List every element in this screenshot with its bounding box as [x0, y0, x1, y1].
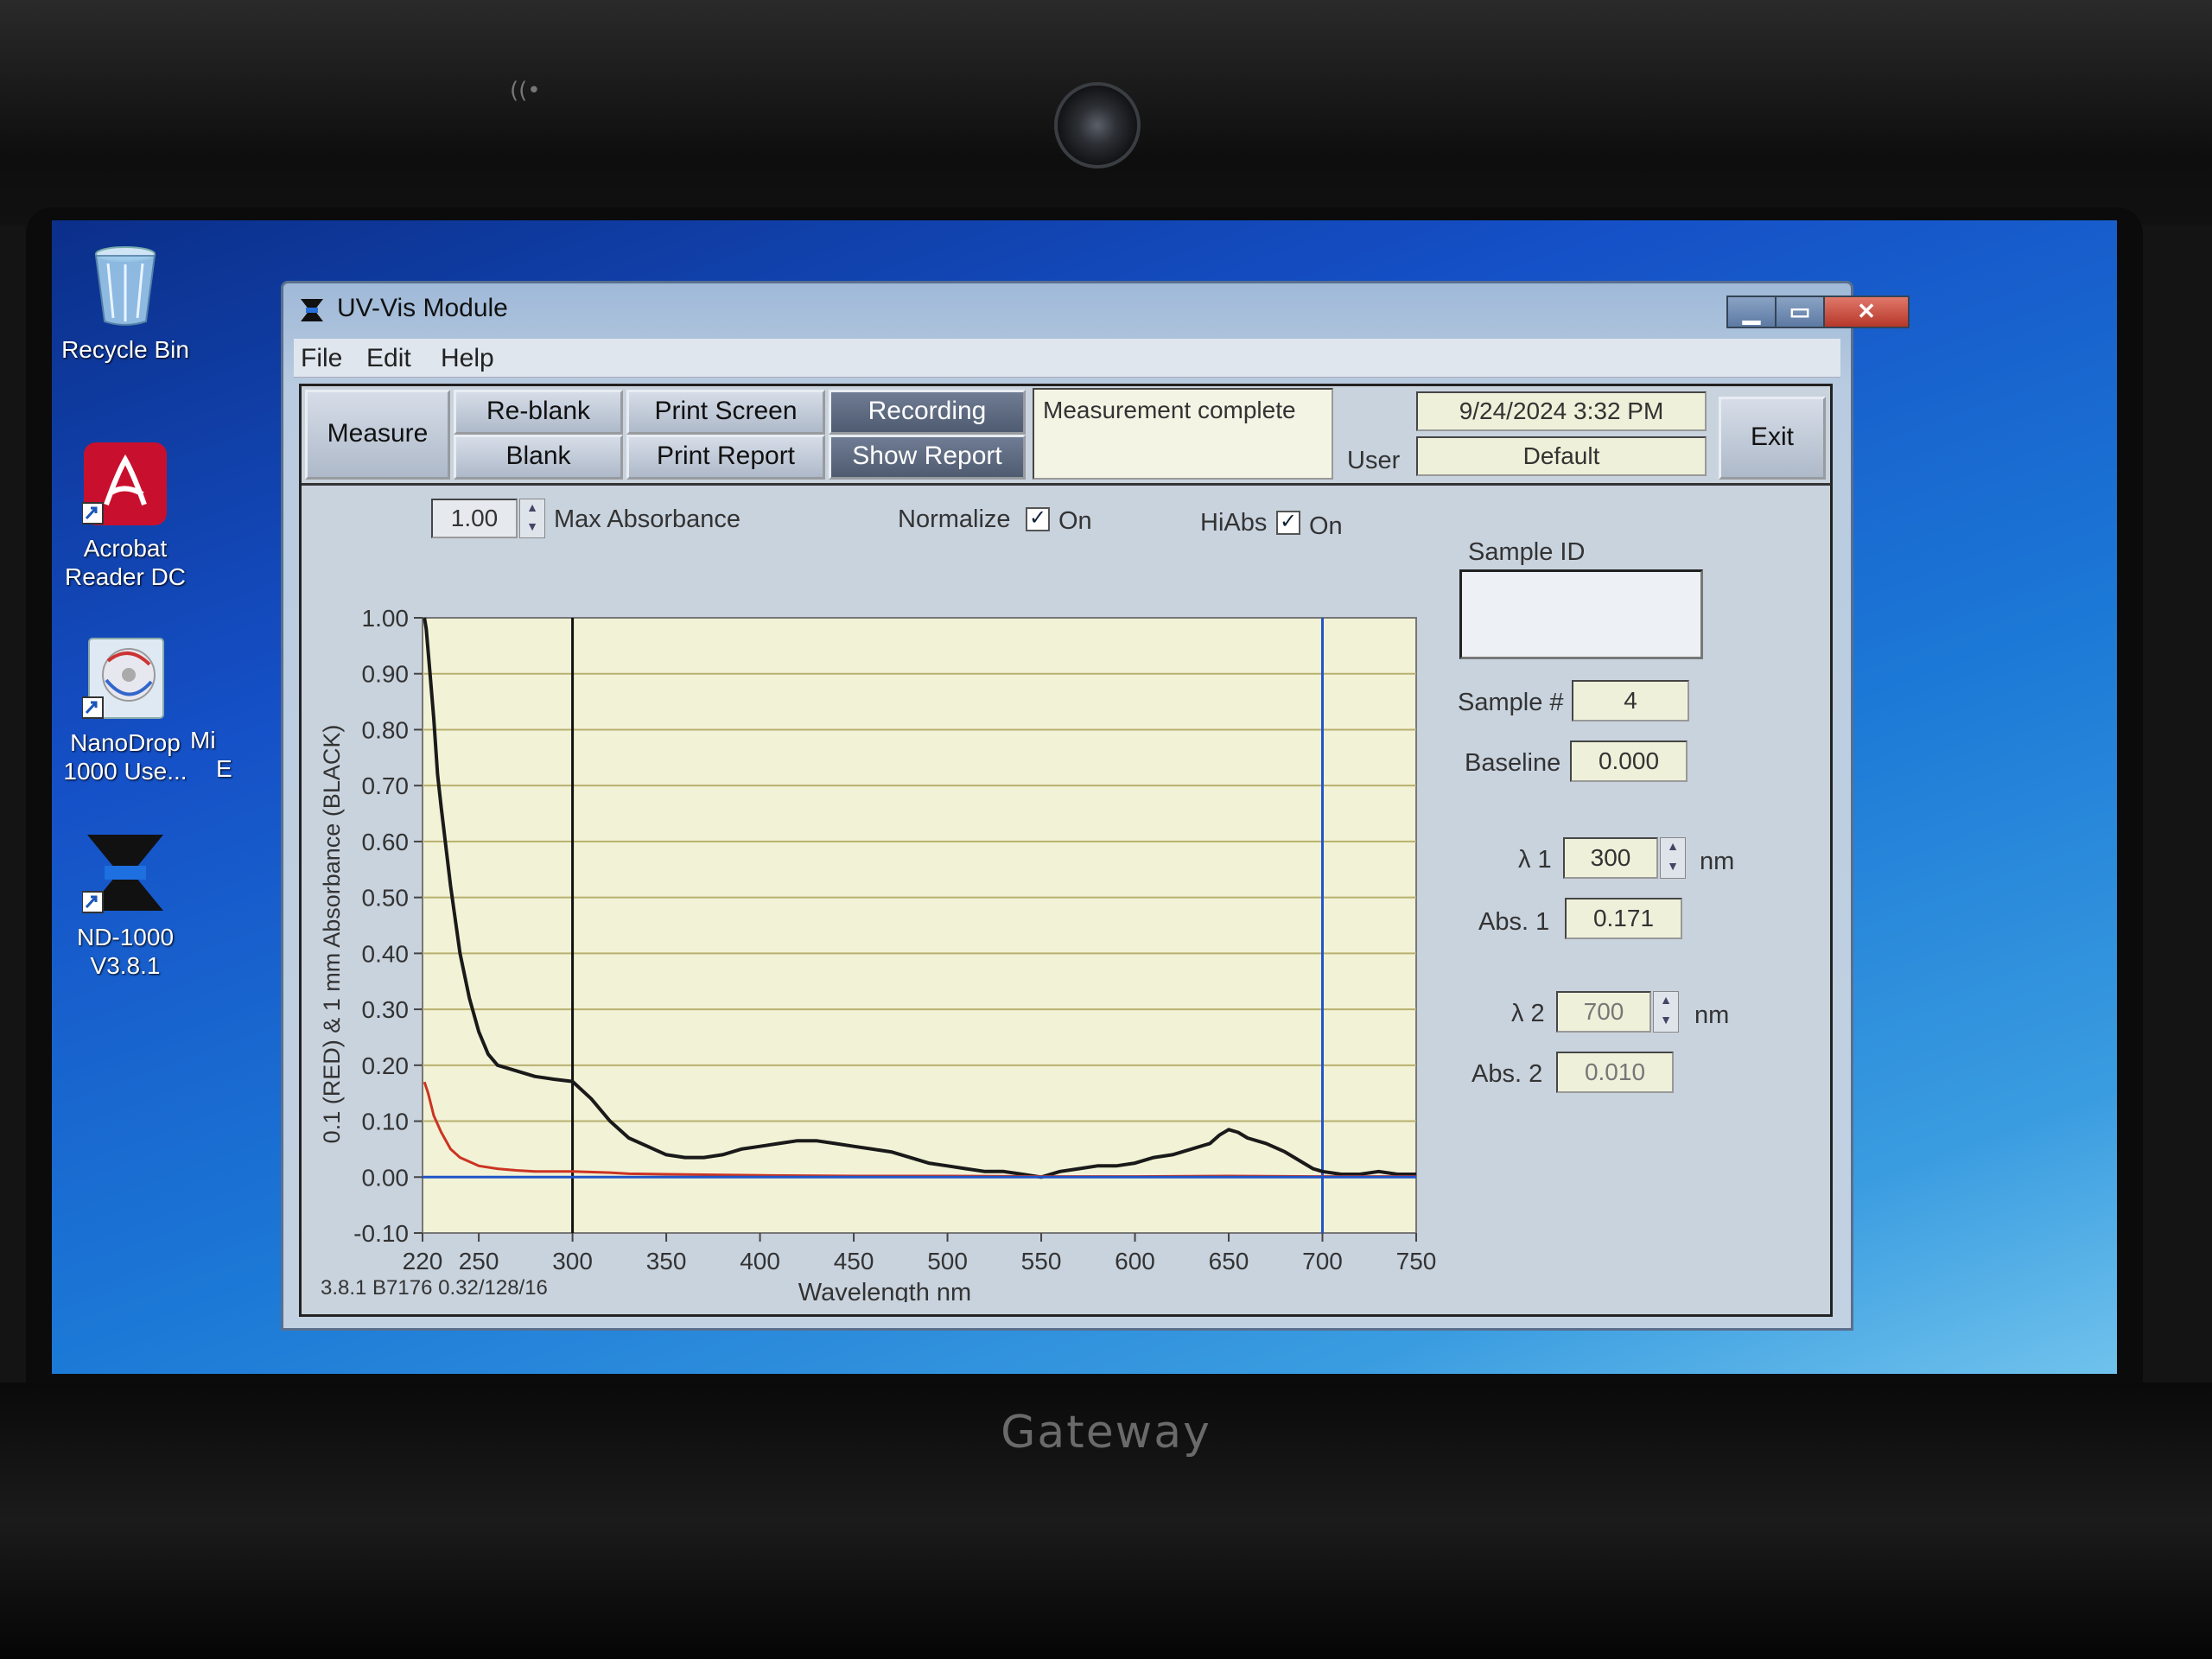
- webcam: [1054, 82, 1141, 168]
- x-tick-label: 300: [552, 1248, 593, 1274]
- abs2-field: 0.010: [1556, 1052, 1674, 1093]
- x-tick-label: 500: [927, 1248, 968, 1274]
- stepper-down-icon[interactable]: ▼: [1654, 1012, 1678, 1032]
- user-field[interactable]: Default: [1416, 436, 1707, 476]
- x-tick-label: 250: [459, 1248, 499, 1274]
- menu-bar: File Edit Help: [294, 339, 1840, 378]
- client-area: Measure Re-blank Blank Print Screen Prin…: [299, 384, 1833, 1317]
- sample-number-field: 4: [1572, 680, 1689, 721]
- baseline-field: 0.000: [1570, 741, 1688, 782]
- menu-edit[interactable]: Edit: [366, 344, 411, 373]
- desktop-icon-recycle-bin[interactable]: Recycle Bin: [52, 242, 199, 364]
- desktop-icon-label: V3.8.1: [90, 952, 161, 979]
- y-tick-label: 0.90: [362, 661, 410, 688]
- maximize-icon: ▭: [1789, 298, 1811, 324]
- desktop-icon-label: ND-1000: [76, 924, 175, 950]
- minimize-icon: ▁: [1743, 298, 1760, 324]
- x-tick-label: 700: [1302, 1248, 1343, 1274]
- lambda1-label: λ 1: [1518, 846, 1552, 874]
- acrobat-reader-icon: [81, 441, 168, 527]
- lambda1-input[interactable]: 300: [1563, 837, 1658, 879]
- x-tick-label: 750: [1396, 1248, 1437, 1274]
- minimize-button[interactable]: ▁: [1726, 296, 1777, 328]
- y-tick-label: -0.10: [353, 1220, 409, 1247]
- x-tick-label: 220: [403, 1248, 443, 1274]
- maximize-button[interactable]: ▭: [1775, 296, 1825, 328]
- menu-help[interactable]: Help: [441, 344, 494, 373]
- abs2-label: Abs. 2: [1471, 1060, 1543, 1088]
- laptop-base: Gateway: [0, 1382, 2212, 1659]
- nanodrop-manual-icon: [81, 635, 168, 721]
- desktop-icon-label: Recycle Bin: [61, 336, 189, 363]
- stepper-down-icon[interactable]: ▼: [1661, 858, 1685, 878]
- x-tick-label: 350: [646, 1248, 687, 1274]
- abs1-field: 0.171: [1565, 898, 1682, 939]
- desktop-icon-acrobat[interactable]: Acrobat Reader DC: [52, 441, 199, 591]
- desktop-icon-label: Mi: [190, 727, 216, 753]
- x-axis-label: Wavelength nm: [798, 1279, 971, 1302]
- lambda2-input[interactable]: 700: [1556, 991, 1651, 1033]
- lambda1-stepper[interactable]: ▲ ▼: [1660, 837, 1686, 879]
- desktop-icon-label: NanoDrop: [70, 729, 181, 756]
- x-tick-label: 550: [1021, 1248, 1062, 1274]
- version-label: 3.8.1 B7176 0.32/128/16: [321, 1276, 548, 1300]
- nd1000-icon: [81, 830, 168, 916]
- desktop-screen: Recycle Bin Acrobat Reader DC NanoDrop 1…: [52, 220, 2117, 1374]
- desktop-icon-partial[interactable]: Mi E: [190, 726, 242, 783]
- y-tick-label: 1.00: [362, 605, 410, 632]
- uv-vis-window: UV-Vis Module ▁ ▭ ✕ File Edit Help Measu…: [281, 281, 1910, 1331]
- lambda2-stepper[interactable]: ▲ ▼: [1653, 991, 1679, 1033]
- window-titlebar[interactable]: UV-Vis Module ▁ ▭ ✕: [283, 283, 1910, 337]
- laptop-lid-top: ((•: [0, 0, 2212, 225]
- menu-file[interactable]: File: [301, 344, 342, 373]
- x-tick-label: 600: [1115, 1248, 1155, 1274]
- lambda1-unit: nm: [1700, 848, 1735, 875]
- window-title: UV-Vis Module: [337, 294, 508, 322]
- y-tick-label: 0.80: [362, 716, 410, 743]
- datetime-field: 9/24/2024 3:32 PM: [1416, 391, 1707, 431]
- lambda2-unit: nm: [1694, 1001, 1730, 1029]
- y-tick-label: 0.10: [362, 1109, 410, 1135]
- brand-label: Gateway: [1001, 1407, 1211, 1459]
- sample-id-label: Sample ID: [1468, 538, 1586, 566]
- x-tick-label: 400: [740, 1248, 780, 1274]
- y-tick-label: 0.20: [362, 1052, 410, 1079]
- app-icon: [301, 299, 323, 321]
- close-button[interactable]: ✕: [1823, 296, 1910, 328]
- lambda2-label: λ 2: [1511, 1000, 1545, 1027]
- y-tick-label: 0.30: [362, 996, 410, 1023]
- desktop-icon-label: E: [216, 755, 232, 782]
- desktop-icon-label: Reader DC: [64, 563, 187, 590]
- sample-number-label: Sample #: [1458, 689, 1564, 716]
- desktop-icon-label: 1000 Use...: [63, 758, 188, 785]
- close-icon: ✕: [1857, 298, 1876, 324]
- microphone-icon: ((•: [510, 78, 541, 104]
- x-tick-label: 650: [1209, 1248, 1249, 1274]
- exit-button[interactable]: Exit: [1719, 397, 1826, 480]
- stepper-up-icon[interactable]: ▲: [1661, 838, 1685, 858]
- y-tick-label: 0.50: [362, 885, 410, 912]
- abs1-label: Abs. 1: [1478, 908, 1550, 936]
- sample-id-input[interactable]: [1459, 569, 1703, 659]
- desktop-icon-nanodrop-manual[interactable]: NanoDrop 1000 Use...: [52, 635, 199, 785]
- desktop-icon-nd1000[interactable]: ND-1000 V3.8.1: [52, 830, 199, 980]
- recycle-bin-icon: [82, 242, 168, 328]
- y-axis-label: 0.1 (RED) & 1 mm Absorbance (BLACK): [319, 725, 345, 1144]
- desktop-icon-label: Acrobat: [83, 535, 168, 562]
- absorbance-chart: 1.00 0.90 0.80 0.70 0.60 0.50 0.40 0.30 0.20 0.10…: [319, 605, 1437, 1302]
- y-tick-label: 0.70: [362, 772, 410, 799]
- stepper-up-icon[interactable]: ▲: [1654, 992, 1678, 1012]
- y-tick-label: 0.00: [362, 1164, 410, 1191]
- y-tick-label: 0.40: [362, 940, 410, 967]
- y-tick-label: 0.60: [362, 829, 410, 855]
- baseline-label: Baseline: [1465, 749, 1561, 777]
- x-tick-label: 450: [834, 1248, 874, 1274]
